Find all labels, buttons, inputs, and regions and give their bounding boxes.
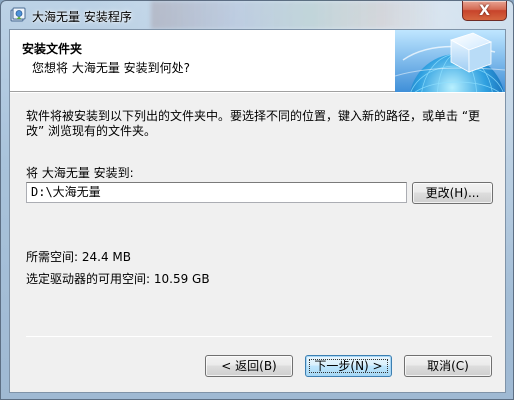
installer-icon bbox=[10, 7, 26, 23]
instructions-text: 软件将被安装到以下列出的文件夹中。要选择不同的位置，键入新的路径，或单击 “更改… bbox=[26, 109, 481, 138]
back-button[interactable]: < 返回(B) bbox=[205, 355, 293, 377]
install-path-field[interactable]: D:\大海无量 bbox=[26, 182, 407, 203]
cancel-button[interactable]: 取消(C) bbox=[404, 355, 492, 377]
next-button-label: 下一步(N) > bbox=[314, 359, 383, 373]
change-folder-button[interactable]: 更改(H)... bbox=[412, 182, 493, 204]
header-title: 安装文件夹 bbox=[22, 42, 83, 56]
next-button[interactable]: 下一步(N) > bbox=[305, 355, 392, 377]
window-title: 大海无量 安装程序 bbox=[32, 10, 132, 24]
close-button[interactable]: X bbox=[462, 1, 507, 21]
install-location-label: 将 大海无量 安装到: bbox=[26, 166, 134, 180]
wizard-header: 安装文件夹 您想将 大海无量 安装到何处? bbox=[10, 30, 506, 151]
installer-window: 大海无量 安装程序 X 安装文件夹 您想将 大海无量 安装到何处? 软件将被安装… bbox=[0, 0, 514, 400]
header-subtitle: 您想将 大海无量 安装到何处? bbox=[32, 61, 190, 75]
globe-cube-icon bbox=[394, 30, 506, 151]
title-bar[interactable]: 大海无量 安装程序 X bbox=[1, 1, 513, 29]
dialog-client-area: 安装文件夹 您想将 大海无量 安装到何处? 软件将被安装到以下列出的文件夹中。要… bbox=[9, 29, 506, 393]
close-icon: X bbox=[479, 2, 490, 19]
footer-divider bbox=[26, 336, 492, 337]
header-divider bbox=[10, 92, 505, 93]
space-available-text: 选定驱动器的可用空间: 10.59 GB bbox=[26, 272, 210, 286]
space-required-text: 所需空间: 24.4 MB bbox=[26, 250, 131, 264]
